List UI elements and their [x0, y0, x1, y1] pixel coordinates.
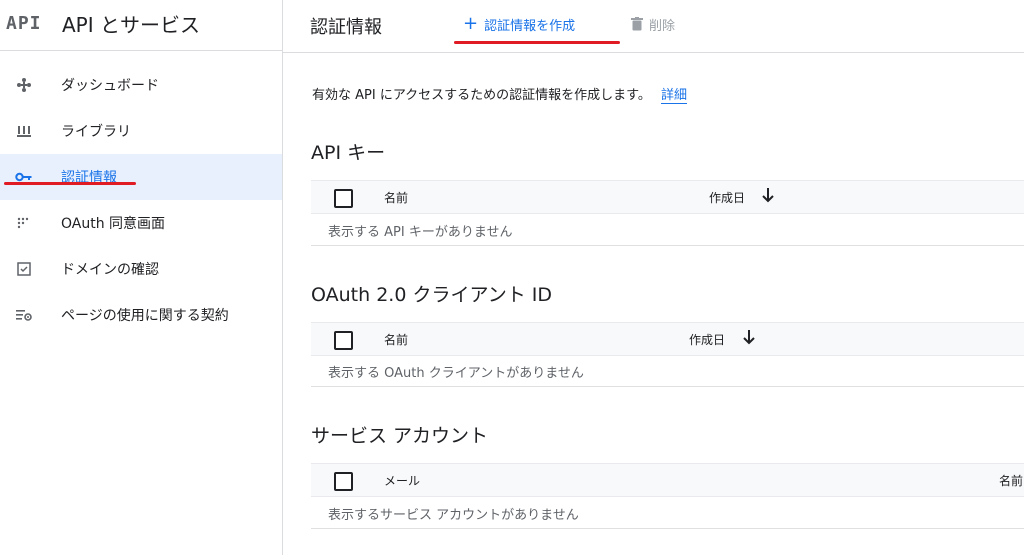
checkbox-icon: [15, 261, 33, 277]
sidebar-item-oauth-consent[interactable]: OAuth 同意画面: [0, 200, 282, 246]
sidebar-item-label: ページの使用に関する契約: [61, 308, 229, 324]
main-header: 認証情報 + 認証情報を作成 削除: [283, 0, 1024, 53]
page-title: 認証情報: [310, 17, 382, 38]
api-keys-empty-row: 表示する API キーがありません: [311, 213, 1024, 246]
create-credentials-label: 認証情報を作成: [484, 18, 576, 34]
details-link[interactable]: 詳細: [661, 88, 688, 104]
sidebar-nav: ダッシュボード ライブラリ 認証情報 OAuth 同意画面 ドメインの確認 ペー…: [0, 62, 282, 338]
select-all-checkbox[interactable]: [334, 472, 353, 491]
sidebar-item-domain-verification[interactable]: ドメインの確認: [0, 246, 282, 292]
column-header-created[interactable]: 作成日: [709, 189, 745, 206]
api-keys-table-header: 名前 作成日: [311, 180, 1024, 214]
empty-message: 表示するサービス アカウントがありません: [328, 508, 579, 523]
oauth-clients-empty-row: 表示する OAuth クライアントがありません: [311, 354, 1024, 387]
description-text: 有効な API にアクセスするための認証情報を作成します。: [312, 88, 651, 103]
select-all-checkbox[interactable]: [334, 331, 353, 350]
column-header-name[interactable]: 名前: [384, 331, 408, 348]
sidebar: API API とサービス ダッシュボード ライブラリ 認証情報 OAuth 同…: [0, 0, 283, 555]
sidebar-item-dashboard[interactable]: ダッシュボード: [0, 62, 282, 108]
page-description: 有効な API にアクセスするための認証情報を作成します。 詳細: [312, 84, 688, 104]
delete-button[interactable]: 削除: [631, 12, 675, 36]
column-header-name[interactable]: 名前: [384, 189, 408, 206]
library-icon: [15, 123, 33, 139]
highlight-underline: [454, 41, 620, 44]
oauth-clients-title: OAuth 2.0 クライアント ID: [311, 284, 552, 306]
sort-down-arrow-icon[interactable]: [742, 328, 756, 346]
column-header-name[interactable]: 名前: [999, 472, 1023, 489]
empty-message: 表示する API キーがありません: [328, 225, 513, 240]
highlight-underline: [4, 182, 136, 185]
sidebar-item-page-usage-agreements[interactable]: ページの使用に関する契約: [0, 292, 282, 338]
delete-label: 削除: [649, 18, 676, 34]
consent-icon: [15, 215, 33, 231]
select-all-checkbox[interactable]: [334, 189, 353, 208]
column-header-email[interactable]: メール: [384, 472, 420, 489]
sort-down-arrow-icon[interactable]: [761, 186, 775, 204]
sidebar-item-library[interactable]: ライブラリ: [0, 108, 282, 154]
sidebar-title: API とサービス: [62, 13, 200, 37]
settings-list-icon: [15, 307, 33, 323]
service-accounts-title: サービス アカウント: [311, 425, 489, 447]
empty-message: 表示する OAuth クライアントがありません: [328, 366, 584, 381]
sidebar-item-credentials[interactable]: 認証情報: [0, 154, 282, 200]
service-accounts-table-header: メール 名前: [311, 463, 1024, 497]
trash-icon: [631, 17, 643, 31]
column-header-created[interactable]: 作成日: [689, 331, 725, 348]
api-keys-title: API キー: [311, 142, 386, 164]
sidebar-item-label: ダッシュボード: [61, 78, 159, 94]
sidebar-item-label: ドメインの確認: [61, 262, 159, 278]
service-accounts-empty-row: 表示するサービス アカウントがありません: [311, 496, 1024, 529]
sidebar-header: API API とサービス: [0, 0, 282, 51]
sidebar-item-label: OAuth 同意画面: [61, 216, 166, 232]
create-credentials-button[interactable]: + 認証情報を作成: [463, 12, 575, 36]
plus-icon: +: [463, 13, 479, 34]
sidebar-item-label: ライブラリ: [61, 124, 131, 140]
api-logo: API: [6, 13, 42, 34]
oauth-clients-table-header: 名前 作成日: [311, 322, 1024, 356]
dashboard-icon: [15, 77, 33, 93]
